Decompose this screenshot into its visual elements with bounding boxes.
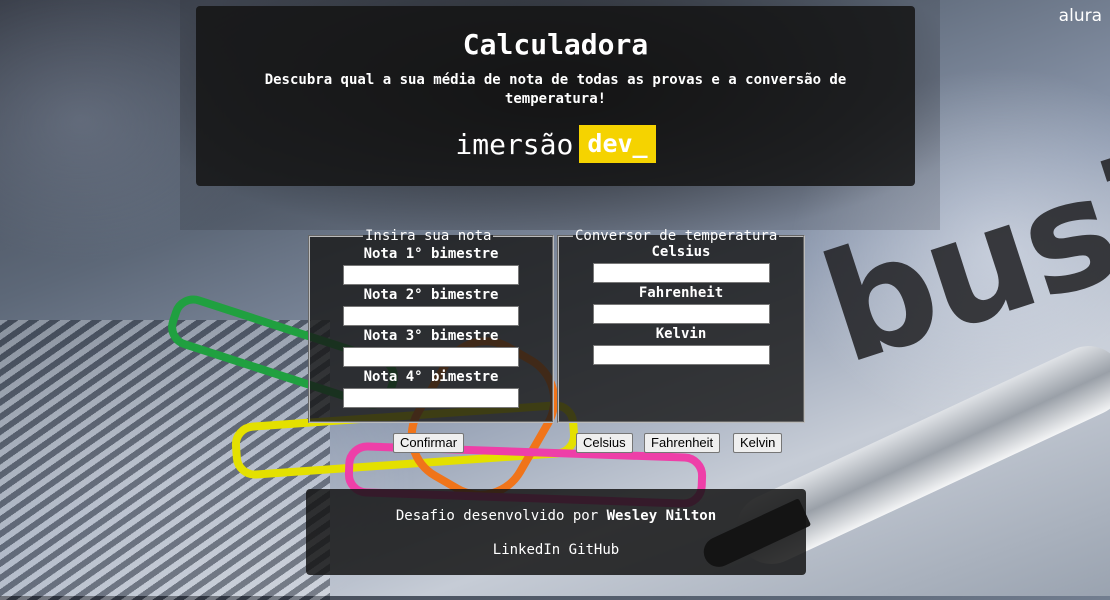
logo-dev-badge: dev_ — [579, 125, 656, 163]
kelvin-input[interactable] — [592, 345, 770, 365]
fahrenheit-field: Fahrenheit — [559, 285, 803, 324]
linkedin-link[interactable]: LinkedIn — [493, 542, 560, 558]
page-title: Calculadora — [462, 28, 649, 61]
page-subtitle: Descubra qual a sua média de nota de tod… — [264, 72, 847, 107]
grade-field-1: Nota 1° bimestre — [310, 246, 552, 285]
celsius-field: Celsius — [559, 244, 803, 283]
imersao-dev-logo: imersão dev_ — [196, 125, 915, 163]
grade-input-2[interactable] — [343, 306, 519, 326]
page-footer: Desafio desenvolvido por Wesley Nilton L… — [306, 489, 806, 575]
grade-label-3: Nota 3° bimestre — [363, 328, 499, 344]
alura-logo: alura — [1058, 6, 1102, 26]
convert-fahrenheit-button[interactable]: Fahrenheit — [644, 433, 721, 453]
grade-label-1: Nota 1° bimestre — [363, 246, 499, 262]
confirm-button[interactable]: Confirmar — [393, 433, 465, 453]
credit-prefix: Desafio desenvolvido por — [395, 508, 599, 524]
fahrenheit-input[interactable] — [592, 304, 770, 324]
grade-input-3[interactable] — [343, 347, 519, 367]
grade-label-4: Nota 4° bimestre — [363, 369, 499, 385]
grade-field-4: Nota 4° bimestre — [310, 369, 552, 408]
fahrenheit-label: Fahrenheit — [638, 285, 724, 301]
grade-input-1[interactable] — [343, 265, 519, 285]
temperature-fieldset: Conversor de temperatura Celsius Fahrenh… — [557, 228, 805, 423]
grades-fieldset: Insira sua nota Nota 1° bimestre Nota 2°… — [308, 228, 554, 423]
footer-links: LinkedIn GitHub — [306, 542, 806, 558]
temperature-legend: Conversor de temperatura — [575, 228, 778, 244]
convert-kelvin-button[interactable]: Kelvin — [733, 433, 783, 453]
grade-label-2: Nota 2° bimestre — [363, 287, 499, 303]
celsius-label: Celsius — [651, 244, 711, 260]
background-spreadsheet — [0, 320, 330, 600]
github-link[interactable]: GitHub — [569, 542, 620, 558]
kelvin-label: Kelvin — [655, 326, 707, 342]
page-header: Calculadora Descubra qual a sua média de… — [196, 6, 915, 186]
convert-celsius-button[interactable]: Celsius — [576, 433, 633, 453]
grades-legend: Insira sua nota — [365, 228, 492, 244]
celsius-input[interactable] — [592, 263, 770, 283]
grade-input-4[interactable] — [343, 388, 519, 408]
logo-word: imersão — [455, 127, 574, 161]
grade-field-3: Nota 3° bimestre — [310, 328, 552, 367]
grade-field-2: Nota 2° bimestre — [310, 287, 552, 326]
kelvin-field: Kelvin — [559, 326, 803, 365]
footer-credit: Desafio desenvolvido por Wesley Nilton — [306, 508, 806, 524]
author-name: Wesley Nilton — [606, 508, 717, 524]
